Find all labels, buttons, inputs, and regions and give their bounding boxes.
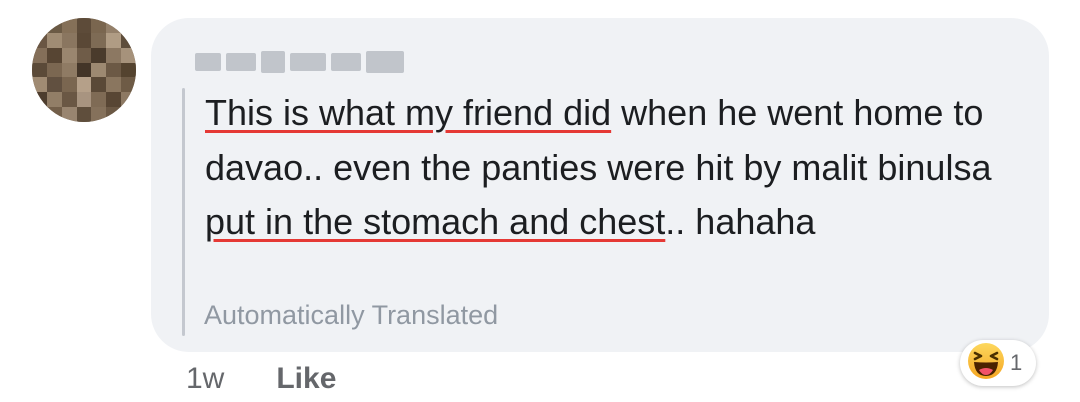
avatar-pixel bbox=[61, 107, 77, 122]
avatar-pixel bbox=[91, 77, 107, 93]
avatar-pixel bbox=[91, 92, 107, 108]
avatar-pixel bbox=[91, 107, 107, 122]
avatar-pixel bbox=[91, 62, 107, 78]
translation-label[interactable]: Automatically Translated bbox=[204, 300, 498, 331]
avatar-pixel bbox=[61, 77, 77, 93]
avatar-pixel bbox=[46, 77, 62, 93]
avatar-pixel bbox=[76, 47, 92, 63]
translation-quote-bar bbox=[182, 88, 185, 336]
avatar-pixel bbox=[121, 107, 136, 122]
avatar-pixel bbox=[91, 32, 107, 48]
avatar-pixel bbox=[106, 107, 122, 122]
avatar-pixel bbox=[46, 107, 62, 122]
avatar-pixel bbox=[121, 32, 136, 48]
avatar-pixel bbox=[32, 92, 47, 108]
laughing-face-icon bbox=[966, 341, 1006, 386]
avatar-pixel bbox=[76, 107, 92, 122]
avatar-pixel bbox=[91, 18, 107, 33]
avatar-pixel bbox=[106, 92, 122, 108]
avatar-pixel bbox=[61, 47, 77, 63]
avatar-pixel bbox=[121, 62, 136, 78]
avatar-pixel bbox=[121, 18, 136, 33]
avatar-pixel bbox=[61, 62, 77, 78]
like-button[interactable]: Like bbox=[276, 362, 336, 396]
comment-actions: 1w Like bbox=[186, 362, 336, 396]
avatar-pixel bbox=[106, 77, 122, 93]
avatar[interactable] bbox=[32, 18, 136, 122]
avatar-pixel bbox=[46, 47, 62, 63]
avatar-pixel bbox=[106, 18, 122, 33]
reaction-count: 1 bbox=[1010, 350, 1023, 375]
avatar-pixel bbox=[121, 92, 136, 108]
avatar-pixel bbox=[76, 77, 92, 93]
avatar-pixel bbox=[106, 32, 122, 48]
comment-text-segment: .. hahaha bbox=[665, 201, 816, 242]
comment-text: This is what my friend did when he went … bbox=[205, 86, 1025, 250]
avatar-pixel bbox=[46, 18, 62, 33]
avatar-pixel bbox=[61, 92, 77, 108]
avatar-pixel bbox=[32, 107, 47, 122]
avatar-pixel bbox=[106, 62, 122, 78]
avatar-pixel bbox=[46, 32, 62, 48]
avatar-pixel bbox=[106, 47, 122, 63]
reaction-summary[interactable]: 1 bbox=[960, 340, 1037, 386]
avatar-pixel bbox=[32, 47, 47, 63]
avatar-pixel bbox=[46, 92, 62, 108]
avatar-pixel bbox=[76, 32, 92, 48]
avatar-pixel bbox=[32, 32, 47, 48]
avatar-pixel bbox=[32, 77, 47, 93]
avatar-pixel bbox=[32, 18, 47, 33]
avatar-pixel bbox=[76, 92, 92, 108]
comment-container: This is what my friend did when he went … bbox=[0, 0, 1080, 402]
author-name-blurred[interactable] bbox=[195, 46, 405, 78]
avatar-pixel bbox=[76, 18, 92, 33]
highlighted-phrase: This is what my friend did bbox=[205, 92, 612, 133]
avatar-pixel bbox=[76, 62, 92, 78]
avatar-pixel bbox=[61, 32, 77, 48]
avatar-pixel bbox=[46, 62, 62, 78]
avatar-pixel bbox=[121, 77, 136, 93]
highlighted-phrase: put in the stomach and chest bbox=[205, 201, 666, 242]
avatar-pixel bbox=[61, 18, 77, 33]
avatar-pixel bbox=[32, 62, 47, 78]
timestamp[interactable]: 1w bbox=[186, 362, 224, 396]
avatar-pixel bbox=[91, 47, 107, 63]
avatar-pixel bbox=[121, 47, 136, 63]
